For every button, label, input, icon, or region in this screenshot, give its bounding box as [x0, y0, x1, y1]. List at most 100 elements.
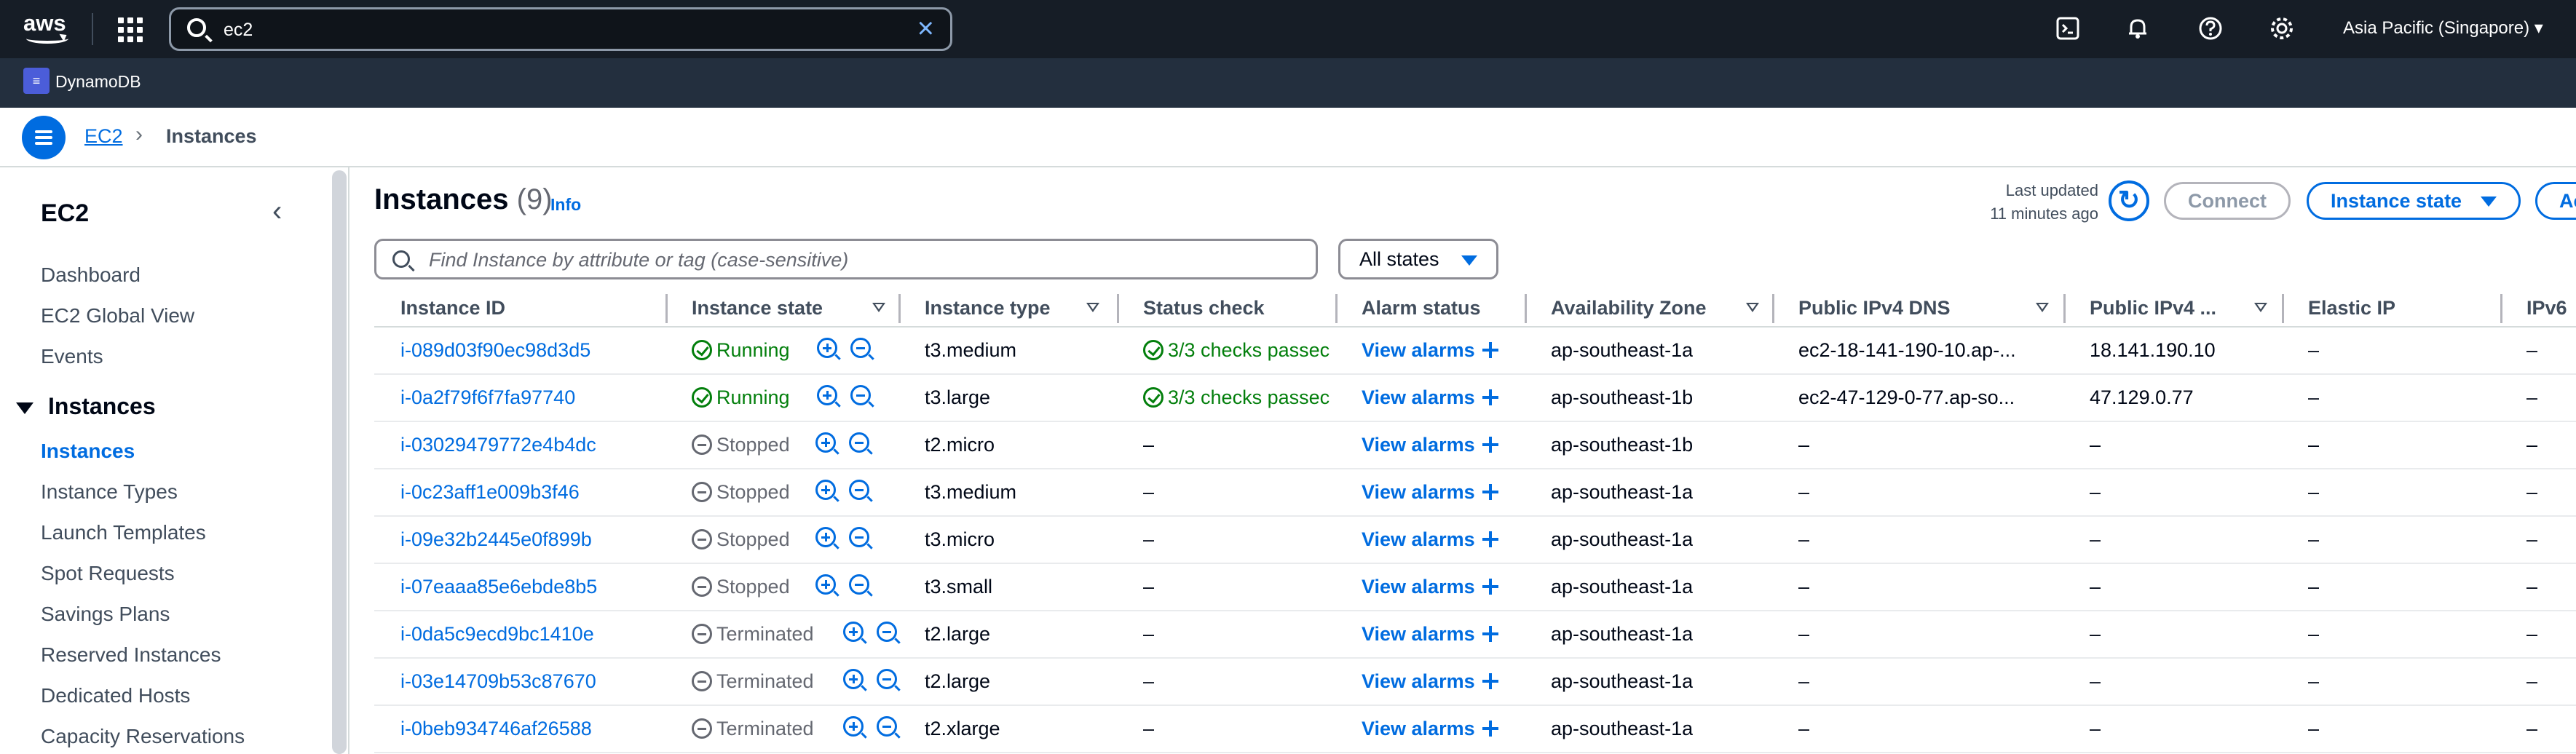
zoom-out-icon[interactable] — [877, 716, 897, 737]
sidebar-item-dashboard[interactable]: Dashboard — [41, 263, 141, 287]
column-resizer[interactable] — [2282, 294, 2284, 323]
table-row[interactable]: i-09e32b2445e0f899b Stopped t3.micro – View … — [374, 517, 2576, 564]
column-header-instance-id[interactable]: Instance ID — [400, 297, 505, 320]
column-resizer[interactable] — [1772, 294, 1774, 323]
sidebar-item-reserved-instances[interactable]: Reserved Instances — [41, 643, 221, 667]
sort-icon[interactable] — [872, 303, 885, 312]
zoom-out-icon[interactable] — [849, 432, 869, 453]
global-search-input[interactable]: ec2 × — [169, 7, 952, 51]
zoom-out-icon[interactable] — [877, 669, 897, 689]
instance-id-link[interactable]: i-0da5c9ecd9bc1410e — [400, 623, 594, 646]
collapse-sidebar-icon[interactable]: ‹ — [272, 195, 282, 228]
view-alarms-link[interactable]: View alarms — [1362, 576, 1498, 598]
services-grid-icon[interactable] — [118, 17, 143, 42]
table-row[interactable]: i-0c23aff1e009b3f46 Stopped t3.medium – View… — [374, 469, 2576, 517]
sidebar-item-spot-requests[interactable]: Spot Requests — [41, 562, 175, 585]
zoom-out-icon[interactable] — [877, 622, 897, 642]
plus-icon[interactable] — [1482, 721, 1498, 737]
zoom-in-icon[interactable] — [843, 622, 864, 642]
plus-icon[interactable] — [1482, 673, 1498, 689]
table-row[interactable]: i-0da5c9ecd9bc1410e Terminated t2.large – Vi… — [374, 611, 2576, 659]
column-header-alarm-status[interactable]: Alarm status — [1362, 297, 1481, 320]
column-header-availability-zone[interactable]: Availability Zone — [1551, 297, 1759, 320]
breadcrumb-ec2[interactable]: EC2 — [84, 125, 123, 148]
aws-logo[interactable]: aws — [23, 10, 73, 48]
sort-icon[interactable] — [1746, 303, 1759, 312]
instance-id-link[interactable]: i-09e32b2445e0f899b — [400, 528, 592, 551]
column-header-elastic-ip[interactable]: Elastic IP — [2308, 297, 2395, 320]
view-alarms-link[interactable]: View alarms — [1362, 670, 1498, 693]
column-resizer[interactable] — [665, 294, 668, 323]
zoom-out-icon[interactable] — [850, 385, 871, 405]
sidebar-item-instances[interactable]: Instances — [41, 440, 135, 463]
column-resizer[interactable] — [1335, 294, 1338, 323]
instance-id-link[interactable]: i-03e14709b53c87670 — [400, 670, 596, 693]
actions-button[interactable]: Ac — [2535, 182, 2576, 220]
cloudshell-icon[interactable] — [2055, 16, 2081, 42]
view-alarms-link[interactable]: View alarms — [1362, 386, 1498, 409]
plus-icon[interactable] — [1482, 579, 1498, 595]
sort-icon[interactable] — [2254, 303, 2267, 312]
table-row[interactable]: i-03029479772e4b4dc Stopped t2.micro – View … — [374, 422, 2576, 469]
instance-id-link[interactable]: i-0beb934746af26588 — [400, 718, 592, 740]
zoom-out-icon[interactable] — [849, 480, 869, 500]
table-row[interactable]: i-0beb934746af26588 Terminated t2.xlarge – V… — [374, 706, 2576, 753]
plus-icon[interactable] — [1482, 389, 1498, 405]
filter-text-field[interactable] — [429, 247, 1288, 273]
column-header-instance-type[interactable]: Instance type — [925, 297, 1099, 320]
column-resizer[interactable] — [1525, 294, 1527, 323]
column-header-public-ipv4[interactable]: Public IPv4 ... — [2090, 297, 2267, 320]
menu-toggle-button[interactable] — [22, 116, 66, 159]
zoom-in-icon[interactable] — [815, 480, 836, 500]
help-icon[interactable] — [2197, 16, 2224, 42]
sort-icon[interactable] — [1086, 303, 1099, 312]
zoom-in-icon[interactable] — [815, 432, 836, 453]
instance-id-link[interactable]: i-07eaaa85e6ebde8b5 — [400, 576, 597, 598]
column-header-status-check[interactable]: Status check — [1143, 297, 1265, 320]
table-row[interactable]: i-07eaaa85e6ebde8b5 Stopped t3.small – View … — [374, 564, 2576, 611]
sort-icon[interactable] — [2036, 303, 2049, 312]
zoom-out-icon[interactable] — [849, 527, 869, 547]
zoom-in-icon[interactable] — [815, 574, 836, 595]
zoom-in-icon[interactable] — [817, 385, 837, 405]
zoom-in-icon[interactable] — [843, 669, 864, 689]
instance-id-link[interactable]: i-089d03f90ec98d3d5 — [400, 339, 590, 362]
clear-search-icon[interactable]: × — [917, 14, 934, 43]
instance-id-link[interactable]: i-0c23aff1e009b3f46 — [400, 481, 580, 504]
dynamodb-favorite[interactable]: DynamoDB — [55, 72, 141, 92]
zoom-out-icon[interactable] — [850, 338, 871, 358]
column-resizer[interactable] — [2063, 294, 2066, 323]
refresh-button[interactable]: ↻ — [2109, 180, 2149, 221]
column-header-ipv6[interactable]: IPv6 — [2526, 297, 2567, 320]
sidebar-item-savings-plans[interactable]: Savings Plans — [41, 603, 170, 626]
search-value[interactable]: ec2 — [224, 20, 253, 41]
bell-icon[interactable] — [2125, 16, 2151, 42]
plus-icon[interactable] — [1482, 342, 1498, 358]
sidebar-item-launch-templates[interactable]: Launch Templates — [41, 521, 206, 544]
view-alarms-link[interactable]: View alarms — [1362, 528, 1498, 551]
states-dropdown[interactable]: All states — [1338, 239, 1498, 279]
view-alarms-link[interactable]: View alarms — [1362, 434, 1498, 456]
zoom-out-icon[interactable] — [849, 574, 869, 595]
zoom-in-icon[interactable] — [843, 716, 864, 737]
plus-icon[interactable] — [1482, 531, 1498, 547]
sidebar-item-dedicated-hosts[interactable]: Dedicated Hosts — [41, 684, 190, 707]
view-alarms-link[interactable]: View alarms — [1362, 623, 1498, 646]
plus-icon[interactable] — [1482, 437, 1498, 453]
instance-state-button[interactable]: Instance state — [2307, 182, 2521, 220]
view-alarms-link[interactable]: View alarms — [1362, 481, 1498, 504]
zoom-in-icon[interactable] — [815, 527, 836, 547]
dynamodb-icon[interactable]: ≡ — [23, 68, 50, 94]
view-alarms-link[interactable]: View alarms — [1362, 339, 1498, 362]
sidebar-item-global-view[interactable]: EC2 Global View — [41, 304, 194, 328]
table-row[interactable]: i-089d03f90ec98d3d5 Running t3.medium 3/3 c… — [374, 328, 2576, 375]
gear-icon[interactable] — [2269, 16, 2295, 42]
sidebar-item-instance-types[interactable]: Instance Types — [41, 480, 178, 504]
sidebar-item-events[interactable]: Events — [41, 345, 103, 368]
view-alarms-link[interactable]: View alarms — [1362, 718, 1498, 740]
plus-icon[interactable] — [1482, 484, 1498, 500]
instance-id-link[interactable]: i-0a2f79f6f7fa97740 — [400, 386, 575, 409]
sidebar-scrollbar[interactable] — [332, 170, 347, 754]
column-resizer[interactable] — [2500, 294, 2502, 323]
column-header-public-dns[interactable]: Public IPv4 DNS — [1798, 297, 2049, 320]
